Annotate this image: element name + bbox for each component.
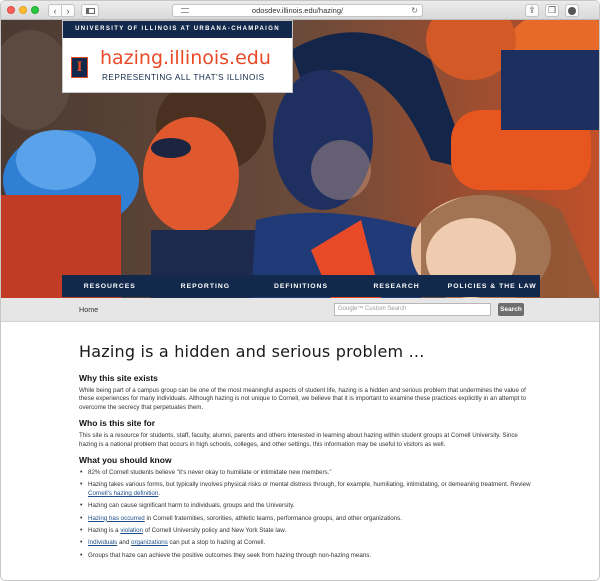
organizations-link[interactable]: organizations — [131, 539, 168, 546]
search-button[interactable]: Search — [498, 303, 524, 316]
forward-button[interactable]: › — [61, 4, 75, 17]
reload-icon[interactable]: ↻ — [411, 5, 418, 16]
list-item: 82% of Cornell students believe "it's ne… — [79, 469, 531, 478]
section-heading: What you should know — [79, 455, 172, 466]
hazing-definition-link[interactable]: Cornell's hazing definition — [88, 490, 158, 497]
page-icon — [181, 8, 189, 13]
site-domain: hazing.illinois.edu — [100, 47, 271, 69]
section-heading: Why this site exists — [79, 373, 158, 383]
tabs-overview-button[interactable]: ❐ — [545, 4, 559, 17]
nav-resources[interactable]: RESOURCES — [62, 283, 158, 290]
back-button[interactable]: ‹ — [48, 4, 62, 17]
violation-link[interactable]: violation — [120, 527, 143, 534]
downloads-button[interactable] — [565, 4, 579, 17]
nav-research[interactable]: RESEARCH — [349, 283, 445, 290]
list-item: Hazing takes various forms, but typicall… — [79, 481, 531, 498]
main-navigation: RESOURCES REPORTING DEFINITIONS RESEARCH… — [62, 275, 540, 297]
search-input[interactable]: Google™ Custom Search — [334, 303, 491, 316]
address-url: odosdev.illinois.edu/hazing/ — [251, 6, 344, 15]
browser-window: ‹ › odosdev.illinois.edu/hazing/ ↻ ⇪ ❐ U… — [0, 0, 600, 581]
breadcrumb-bar: Home Google™ Custom Search Search — [1, 298, 599, 322]
facts-list: 82% of Cornell students believe "it's ne… — [79, 469, 531, 561]
list-item: Hazing has occurred in Cornell fraternit… — [79, 515, 531, 524]
block-i-logo-icon: I — [71, 57, 88, 78]
browser-toolbar: ‹ › odosdev.illinois.edu/hazing/ ↻ ⇪ ❐ — [1, 1, 599, 20]
university-strip: UNIVERSITY OF ILLINOIS AT URBANA-CHAMPAI… — [63, 21, 292, 38]
hazing-occurred-link[interactable]: Hazing has occurred — [88, 515, 145, 522]
close-window-button[interactable] — [7, 6, 15, 14]
maximize-window-button[interactable] — [31, 6, 39, 14]
sidebar-icon — [85, 7, 95, 14]
hero-photo: UNIVERSITY OF ILLINOIS AT URBANA-CHAMPAI… — [1, 20, 599, 298]
section-heading: Who is this site for — [79, 418, 156, 429]
section-text: While being part of a campus group can b… — [79, 387, 527, 411]
nav-reporting[interactable]: REPORTING — [158, 283, 254, 290]
share-button[interactable]: ⇪ — [525, 4, 539, 17]
minimize-window-button[interactable] — [19, 6, 27, 14]
address-bar[interactable]: odosdev.illinois.edu/hazing/ ↻ — [172, 4, 423, 17]
page-title: Hazing is a hidden and serious problem .… — [79, 342, 425, 361]
list-item: Individuals and organizations can put a … — [79, 539, 531, 548]
list-item: Groups that haze can achieve the positiv… — [79, 552, 531, 561]
main-content: Hazing is a hidden and serious problem .… — [79, 331, 531, 564]
site-tagline: REPRESENTING ALL THAT'S ILLINOIS — [102, 73, 265, 82]
nav-policies-law[interactable]: POLICIES & THE LAW — [444, 283, 540, 290]
chevron-left-icon: ‹ — [53, 5, 57, 16]
section-text: This site is a resource for students, st… — [79, 432, 518, 448]
download-icon — [568, 6, 576, 15]
tabs-icon: ❐ — [547, 5, 557, 15]
list-item: Hazing can cause significant harm to ind… — [79, 502, 531, 511]
individuals-link[interactable]: Individuals — [88, 539, 117, 546]
list-item: Hazing is a violation of Cornell Univers… — [79, 527, 531, 536]
share-icon: ⇪ — [528, 5, 536, 15]
chevron-right-icon: › — [66, 5, 70, 16]
sidebar-toggle-button[interactable] — [81, 4, 99, 17]
breadcrumb-home[interactable]: Home — [79, 305, 98, 314]
nav-definitions[interactable]: DEFINITIONS — [253, 283, 349, 290]
site-logo[interactable]: UNIVERSITY OF ILLINOIS AT URBANA-CHAMPAI… — [62, 20, 293, 93]
